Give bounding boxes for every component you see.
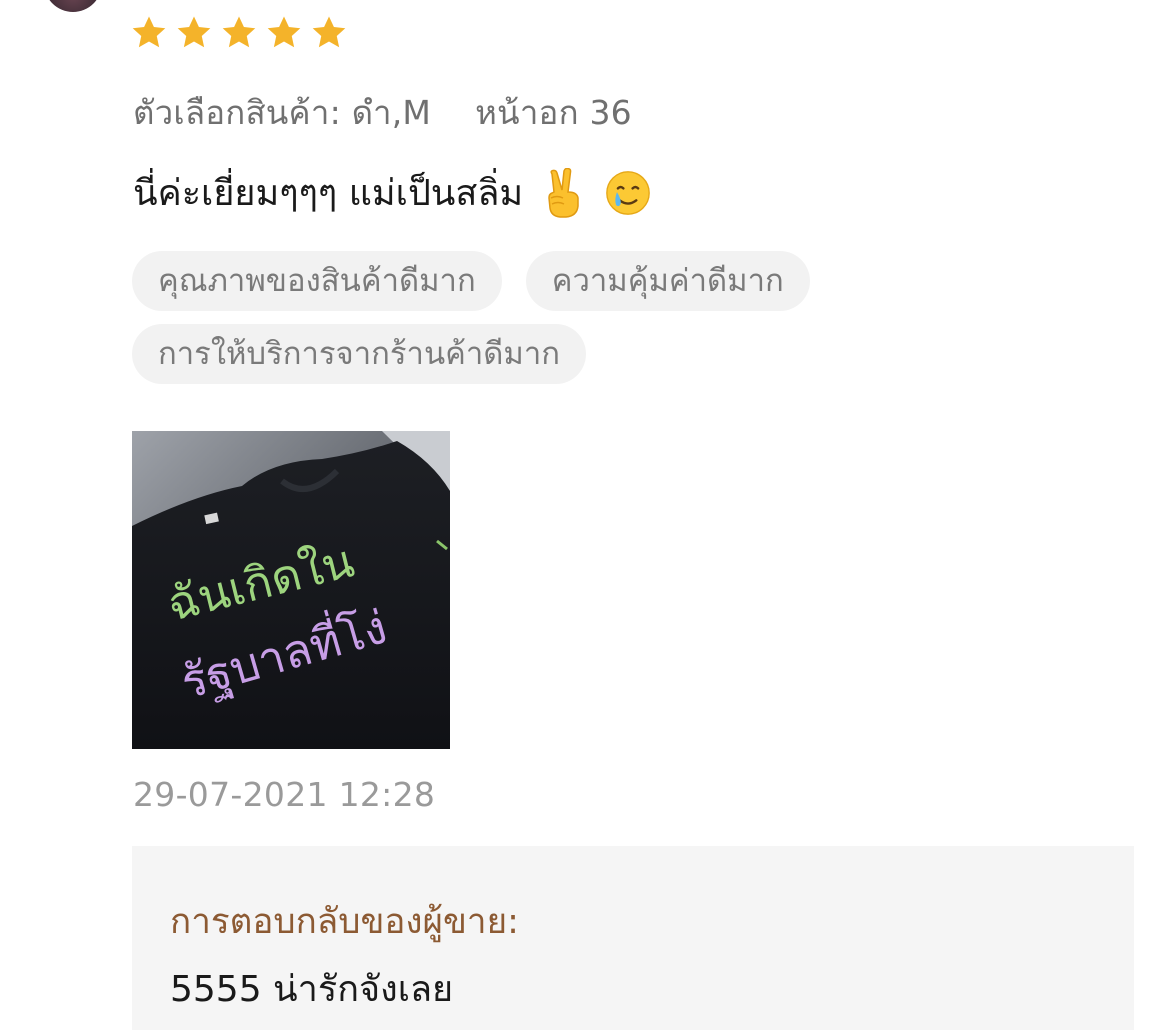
seller-reply-title: การตอบกลับของผู้ขาย: <box>170 902 519 942</box>
star-icon <box>312 16 346 48</box>
review-comment: นี่ค่ะเยี่ยมๆๆๆ แม่เป็นสลิ่ม <box>133 164 651 221</box>
variation-label: ตัวเลือกสินค้า: ดำ,M <box>133 93 432 132</box>
reviewer-avatar[interactable] <box>44 0 102 12</box>
product-variation: ตัวเลือกสินค้า: ดำ,M หน้าอก 36 <box>133 86 632 139</box>
tag-seller-service[interactable]: การให้บริการจากร้านค้าดีมาก <box>132 324 587 384</box>
rating-stars <box>130 14 348 52</box>
seller-reply-text: 5555 น่ารักจังเลย <box>170 969 454 1010</box>
star-icon <box>132 16 166 48</box>
review-photo[interactable]: ฉันเกิดใน รัฐบาลที่โง่ <box>132 431 450 749</box>
review-tags: คุณภาพของสินค้าดีมาก ความคุ้มค่าดีมาก กา… <box>132 251 892 384</box>
star-icon <box>267 16 301 48</box>
shirt-photo-image: ฉันเกิดใน รัฐบาลที่โง่ <box>132 431 450 749</box>
comment-text: นี่ค่ะเยี่ยมๆๆๆ แม่เป็นสลิ่ม <box>133 173 524 214</box>
star-icon <box>222 16 256 48</box>
tag-product-quality[interactable]: คุณภาพของสินค้าดีมาก <box>132 251 502 311</box>
smiling-face-with-tear-icon <box>606 170 651 215</box>
victory-hand-icon <box>548 167 579 218</box>
tag-value-for-money[interactable]: ความคุ้มค่าดีมาก <box>525 251 810 311</box>
variation-extra: หน้าอก 36 <box>475 93 632 132</box>
star-icon <box>177 16 211 48</box>
review-timestamp: 29-07-2021 12:28 <box>133 775 436 814</box>
seller-reply-box: การตอบกลับของผู้ขาย: 5555 น่ารักจังเลย <box>132 846 1134 1030</box>
